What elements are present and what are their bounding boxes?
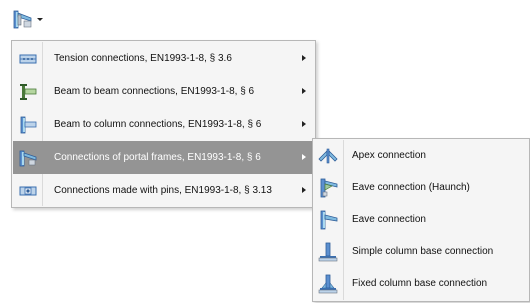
simple-base-icon [318, 242, 338, 262]
apex-connection-icon [318, 148, 338, 164]
portal-frames-submenu: Apex connection Eave connection (Haunch)… [312, 138, 530, 302]
submenu-arrow-icon [302, 88, 306, 94]
dropdown-arrow-icon[interactable] [37, 17, 43, 21]
menu-item-tension-connections[interactable]: Tension connections, EN1993-1-8, § 3.6 [13, 42, 314, 75]
tension-connection-icon [19, 54, 37, 64]
submenu-item-simple-base[interactable]: Simple column base connection [314, 236, 528, 268]
portal-frames-toolbar-button[interactable] [12, 6, 46, 32]
submenu-arrow-icon [302, 55, 306, 61]
submenu-item-eave-connection[interactable]: Eave connection [314, 204, 528, 236]
submenu-arrow-icon [302, 187, 306, 193]
menu-item-portal-frames[interactable]: Connections of portal frames, EN1993-1-8… [13, 141, 314, 174]
submenu-item-label: Fixed column base connection [352, 278, 488, 289]
beam-to-beam-icon [20, 84, 37, 100]
pin-connection-icon [19, 186, 37, 196]
menu-item-label: Beam to beam connections, EN1993-1-8, § … [54, 86, 255, 97]
submenu-arrow-icon [302, 154, 306, 160]
submenu-item-fixed-base[interactable]: Fixed column base connection [314, 268, 528, 300]
submenu-arrow-icon [302, 121, 306, 127]
submenu-item-label: Simple column base connection [352, 246, 494, 257]
menu-item-beam-to-beam[interactable]: Beam to beam connections, EN1993-1-8, § … [13, 75, 314, 108]
menu-item-label: Connections made with pins, EN1993-1-8, … [54, 185, 272, 196]
connections-menu: Tension connections, EN1993-1-8, § 3.6 B… [11, 40, 316, 208]
submenu-item-label: Apex connection [352, 150, 426, 161]
menu-item-label: Connections of portal frames, EN1993-1-8… [54, 152, 261, 163]
submenu-item-label: Eave connection [352, 214, 426, 225]
eave-haunch-icon [320, 178, 338, 198]
portal-frame-icon [19, 150, 37, 167]
menu-item-pin-connections[interactable]: Connections made with pins, EN1993-1-8, … [13, 174, 314, 207]
beam-to-column-icon [20, 116, 37, 134]
menu-item-label: Beam to column connections, EN1993-1-8, … [54, 119, 262, 130]
menu-item-label: Tension connections, EN1993-1-8, § 3.6 [54, 53, 232, 64]
fixed-base-icon [318, 274, 338, 294]
eave-connection-icon [320, 210, 338, 230]
submenu-item-eave-haunch[interactable]: Eave connection (Haunch) [314, 172, 528, 204]
submenu-item-apex-connection[interactable]: Apex connection [314, 140, 528, 172]
portal-frame-connection-icon [13, 10, 32, 29]
submenu-item-label: Eave connection (Haunch) [352, 182, 470, 193]
menu-item-beam-to-column[interactable]: Beam to column connections, EN1993-1-8, … [13, 108, 314, 141]
